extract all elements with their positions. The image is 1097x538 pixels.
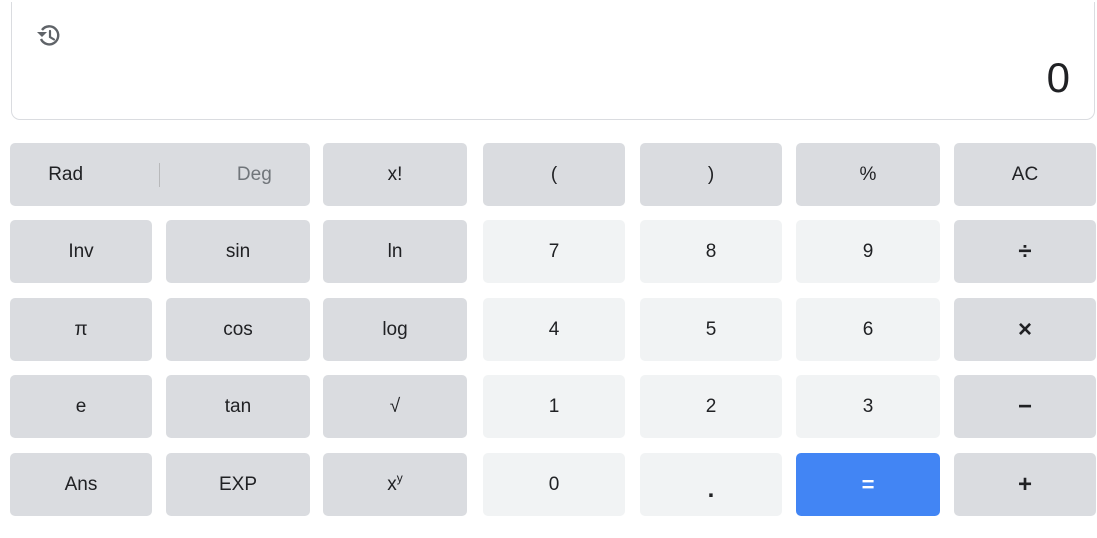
digit-7-button[interactable]: 7 [483, 220, 625, 283]
divide-button[interactable]: ÷ [954, 220, 1096, 283]
sqrt-button[interactable]: √ [323, 375, 467, 438]
power-button[interactable]: xy [323, 453, 467, 516]
inv-button[interactable]: Inv [10, 220, 152, 283]
digit-9-button[interactable]: 9 [796, 220, 940, 283]
digit-4-button[interactable]: 4 [483, 298, 625, 361]
power-exponent: y [396, 470, 403, 485]
cos-button[interactable]: cos [166, 298, 310, 361]
digit-6-button[interactable]: 6 [796, 298, 940, 361]
ans-button[interactable]: Ans [10, 453, 152, 516]
calculator-display: 0 [11, 2, 1095, 120]
decimal-button[interactable]: . [640, 453, 782, 516]
history-icon[interactable] [33, 20, 65, 52]
deg-button[interactable]: Deg [237, 164, 272, 186]
e-button[interactable]: e [10, 375, 152, 438]
plus-button[interactable]: + [954, 453, 1096, 516]
rad-deg-divider [159, 162, 161, 187]
close-paren-button[interactable]: ) [640, 143, 782, 206]
tan-button[interactable]: tan [166, 375, 310, 438]
all-clear-button[interactable]: AC [954, 143, 1096, 206]
rad-button[interactable]: Rad [48, 164, 83, 186]
minus-button[interactable]: − [954, 375, 1096, 438]
pi-button[interactable]: π [10, 298, 152, 361]
digit-5-button[interactable]: 5 [640, 298, 782, 361]
digit-2-button[interactable]: 2 [640, 375, 782, 438]
digit-1-button[interactable]: 1 [483, 375, 625, 438]
power-base: x [387, 473, 397, 495]
keypad: Rad Deg x! ( ) % AC Inv sin ln 7 8 9 ÷ π… [10, 143, 1096, 517]
exp-button[interactable]: EXP [166, 453, 310, 516]
multiply-button[interactable]: × [954, 298, 1096, 361]
digit-0-button[interactable]: 0 [483, 453, 625, 516]
digit-8-button[interactable]: 8 [640, 220, 782, 283]
ln-button[interactable]: ln [323, 220, 467, 283]
sin-button[interactable]: sin [166, 220, 310, 283]
log-button[interactable]: log [323, 298, 467, 361]
factorial-button[interactable]: x! [323, 143, 467, 206]
rad-deg-toggle[interactable]: Rad Deg [10, 143, 310, 206]
result-display: 0 [1046, 54, 1070, 101]
digit-3-button[interactable]: 3 [796, 375, 940, 438]
open-paren-button[interactable]: ( [483, 143, 625, 206]
equals-button[interactable]: = [796, 453, 940, 516]
percent-button[interactable]: % [796, 143, 940, 206]
